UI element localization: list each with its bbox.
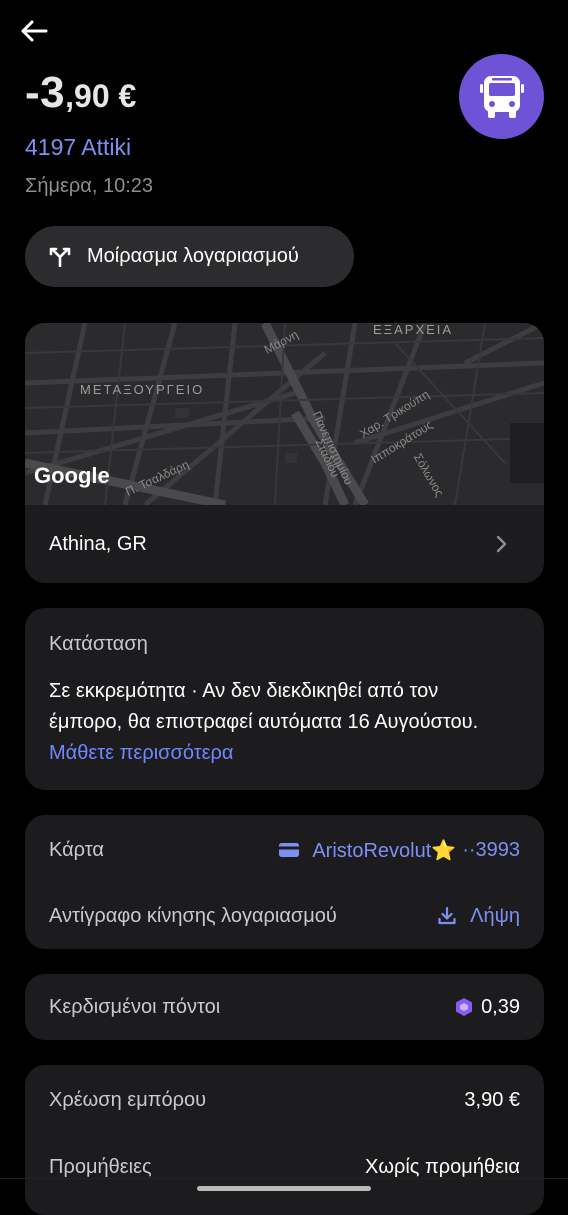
status-title: Κατάσταση xyxy=(49,633,148,655)
fees-value: Χωρίς προμήθεια xyxy=(365,1155,520,1178)
learn-more-link[interactable]: Μάθετε περισσότερα xyxy=(49,742,233,764)
card-label: Κάρτα xyxy=(49,838,104,861)
merchant-name-link[interactable]: 4197 Attiki xyxy=(25,134,131,161)
points-card: Κερδισμένοι πόντοι 0,39 xyxy=(25,974,544,1040)
download-icon xyxy=(438,907,456,925)
location-card: ΕΞΑΡΧΕΙΑ ΜΕΤΑΞΟΥΡΓΕΙΟ Μάρνη Πανεπιστημίο… xyxy=(25,323,544,583)
card-link[interactable]: AristoRevolut⭐ ··3993 xyxy=(278,838,520,863)
status-description: Σε εκκρεμότητα · Αν δεν διεκδικηθεί από … xyxy=(49,676,489,769)
map-preview[interactable]: ΕΞΑΡΧΕΙΑ ΜΕΤΑΞΟΥΡΓΕΙΟ Μάρνη Πανεπιστημίο… xyxy=(25,323,544,505)
merchant-avatar xyxy=(459,54,544,139)
points-value: 0,39 xyxy=(481,995,520,1018)
card-name: AristoRevolut⭐ xyxy=(312,839,457,862)
fees-label: Προμήθειες xyxy=(49,1155,152,1178)
amount-main: -3 xyxy=(25,68,66,117)
merchant-charge-value: 3,90 € xyxy=(464,1088,520,1111)
amount-decimal: ,90 € xyxy=(65,78,137,114)
points-value-group: 0,39 xyxy=(455,996,520,1019)
back-button[interactable] xyxy=(20,14,60,48)
merchant-charge-label: Χρέωση εμπόρου xyxy=(49,1088,207,1111)
split-bill-label: Μοίρασμα λογαριασμού xyxy=(87,245,299,267)
statement-label: Αντίγραφο κίνησης λογαριασμού xyxy=(49,904,337,927)
credit-card-icon xyxy=(279,843,300,857)
location-text: Athina, GR xyxy=(49,532,147,555)
merchant-charge-row: Χρέωση εμπόρου 3,90 € xyxy=(49,1085,520,1115)
points-hexagon-icon xyxy=(456,998,473,1016)
arrow-left-icon xyxy=(21,20,48,42)
statement-row: Αντίγραφο κίνησης λογαριασμού Λήψη xyxy=(49,901,520,931)
split-icon xyxy=(49,247,71,267)
split-bill-button[interactable]: Μοίρασμα λογαριασμού xyxy=(25,226,354,287)
transaction-date: Σήμερα, 10:23 xyxy=(25,175,154,197)
payment-details-card: Κάρτα AristoRevolut⭐ ··3993 Αντίγραφο κί… xyxy=(25,815,544,949)
bus-icon xyxy=(479,75,524,118)
charges-card: Χρέωση εμπόρου 3,90 € Προμήθειες Χωρίς π… xyxy=(25,1065,544,1215)
download-label: Λήψη xyxy=(470,904,520,927)
transaction-amount: -3,90 € xyxy=(25,68,136,118)
status-text: Σε εκκρεμότητα · Αν δεν διεκδικηθεί από … xyxy=(49,680,479,733)
home-indicator[interactable] xyxy=(197,1186,371,1191)
card-row: Κάρτα AristoRevolut⭐ ··3993 xyxy=(49,835,520,865)
status-card: Κατάσταση Σε εκκρεμότητα · Αν δεν διεκδι… xyxy=(25,608,544,790)
map-label-exarcheia: ΕΞΑΡΧΕΙΑ xyxy=(373,323,454,337)
chevron-right-icon xyxy=(496,535,507,553)
points-label: Κερδισμένοι πόντοι xyxy=(49,995,221,1018)
card-last4: ··3993 xyxy=(462,838,520,861)
map-label-metaxourgeio: ΜΕΤΑΞΟΥΡΓΕΙΟ xyxy=(80,382,205,397)
download-statement-button[interactable]: Λήψη xyxy=(438,905,520,928)
google-logo: Google xyxy=(34,463,110,488)
location-row[interactable]: Athina, GR xyxy=(25,505,544,583)
bottom-divider xyxy=(0,1178,568,1179)
points-row: Κερδισμένοι πόντοι 0,39 xyxy=(49,992,520,1022)
